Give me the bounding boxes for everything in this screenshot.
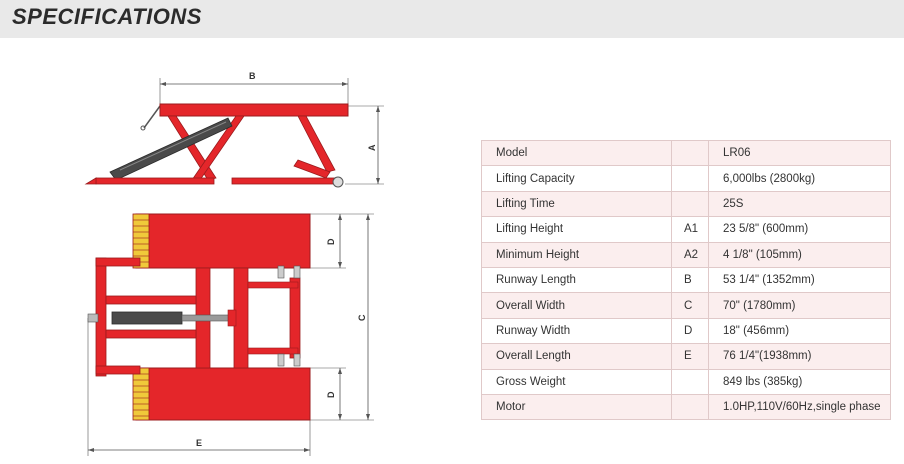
spec-row: Runway Width D 18" (456mm) xyxy=(481,317,891,345)
dim-b-label: B xyxy=(249,71,256,81)
spec-row: Overall Length E 76 1/4"(1938mm) xyxy=(481,343,891,370)
spec-name: Lifting Capacity xyxy=(481,165,672,192)
spec-row: Lifting Time 25S xyxy=(481,190,891,218)
lift-diagram: B A C D D E xyxy=(84,71,384,456)
spec-row: Minimum Height A2 4 1/8" (105mm) xyxy=(481,241,891,268)
side-view: B A xyxy=(84,71,384,188)
spec-code: A1 xyxy=(671,216,709,243)
spec-name: Motor xyxy=(481,393,672,421)
spec-code xyxy=(671,368,709,395)
spec-row: Lifting Height A1 23 5/8" (600mm) xyxy=(481,216,891,243)
spec-row: Motor 1.0HP,110V/60Hz,single phase xyxy=(481,393,891,421)
dim-a-label: A xyxy=(367,144,377,151)
spec-value: 70" (1780mm) xyxy=(708,292,891,319)
dim-e-label: E xyxy=(196,438,202,448)
top-view: C D D E xyxy=(87,213,374,456)
spec-code: E xyxy=(671,343,709,370)
spec-code xyxy=(671,393,709,421)
spec-value: 76 1/4"(1938mm) xyxy=(708,343,891,370)
spec-table-body: Model LR06 Lifting Capacity 6,000lbs (2800k… xyxy=(481,139,891,421)
spec-code: D xyxy=(671,317,709,345)
spec-name: Gross Weight xyxy=(481,368,672,395)
spec-code xyxy=(671,139,709,167)
dim-c-label: C xyxy=(357,314,367,321)
spec-name: Runway Width xyxy=(481,317,672,345)
section-header: SPECIFICATIONS xyxy=(0,0,904,38)
spec-name: Minimum Height xyxy=(481,241,672,268)
spec-value: 1.0HP,110V/60Hz,single phase xyxy=(708,393,891,421)
section-title: SPECIFICATIONS xyxy=(12,4,202,29)
spec-code: C xyxy=(671,292,709,319)
spec-name: Runway Length xyxy=(481,266,672,294)
dim-d-bottom-label: D xyxy=(326,391,336,398)
spec-value: 18" (456mm) xyxy=(708,317,891,345)
spec-name: Lifting Time xyxy=(481,190,672,218)
spec-table: Model LR06 Lifting Capacity 6,000lbs (2800k… xyxy=(481,139,891,421)
spec-code xyxy=(671,190,709,218)
spec-value: 53 1/4" (1352mm) xyxy=(708,266,891,294)
spec-row: Model LR06 xyxy=(481,139,891,167)
spec-value: 25S xyxy=(708,190,891,218)
spec-code: B xyxy=(671,266,709,294)
spec-name: Overall Length xyxy=(481,343,672,370)
spec-row: Overall Width C 70" (1780mm) xyxy=(481,292,891,319)
spec-row: Runway Length B 53 1/4" (1352mm) xyxy=(481,266,891,294)
spec-value: LR06 xyxy=(708,139,891,167)
spec-value: 6,000lbs (2800kg) xyxy=(708,165,891,192)
spec-row: Gross Weight 849 lbs (385kg) xyxy=(481,368,891,395)
spec-name: Model xyxy=(481,139,672,167)
spec-row: Lifting Capacity 6,000lbs (2800kg) xyxy=(481,165,891,192)
spec-value: 23 5/8" (600mm) xyxy=(708,216,891,243)
dim-d-top-label: D xyxy=(326,238,336,245)
spec-value: 4 1/8" (105mm) xyxy=(708,241,891,268)
spec-code xyxy=(671,165,709,192)
spec-code: A2 xyxy=(671,241,709,268)
spec-name: Overall Width xyxy=(481,292,672,319)
spec-name: Lifting Height xyxy=(481,216,672,243)
spec-value: 849 lbs (385kg) xyxy=(708,368,891,395)
